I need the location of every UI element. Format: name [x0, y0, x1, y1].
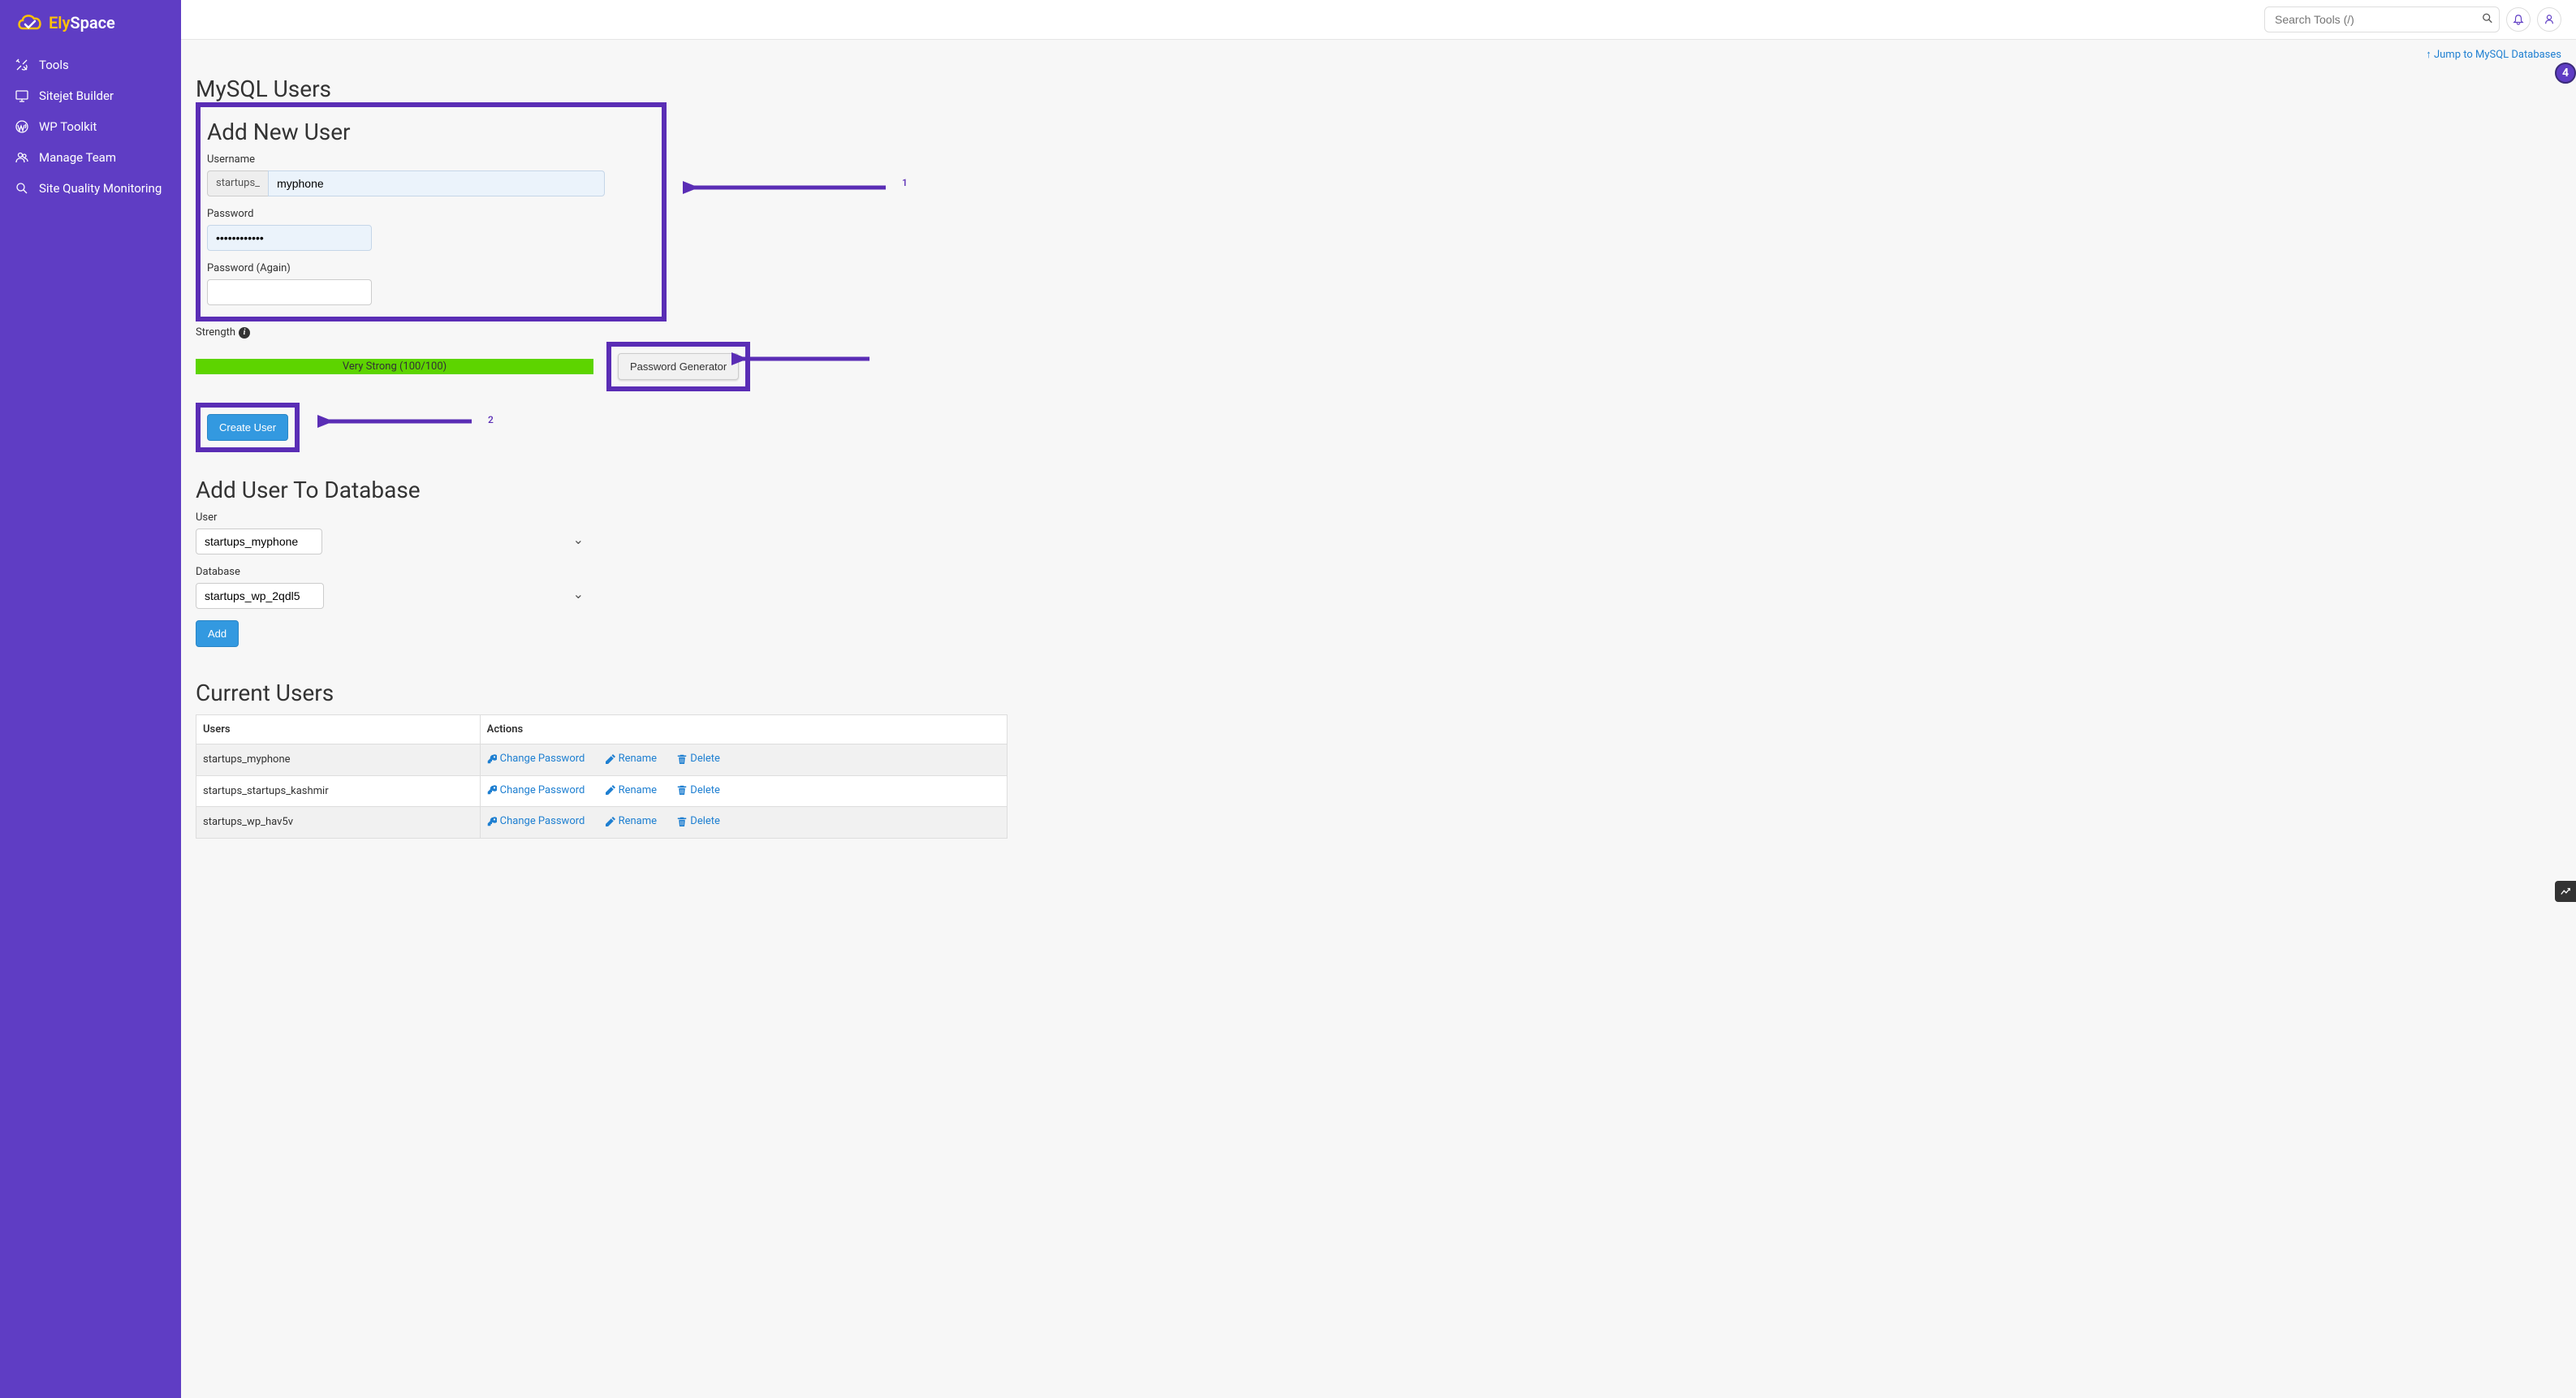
database-select[interactable]: startups_wp_2qdl5 — [196, 583, 324, 609]
actions-cell: Change Password Rename Delete — [480, 744, 1007, 776]
rename-link[interactable]: Rename — [606, 815, 657, 827]
step-badge: 4 — [2555, 63, 2576, 84]
nav-label: WP Toolkit — [39, 119, 97, 134]
col-users: Users — [196, 715, 481, 744]
nav-label: Manage Team — [39, 150, 116, 165]
cloud-logo-icon — [16, 12, 44, 33]
jump-to-databases-link[interactable]: ↑ Jump to MySQL Databases — [2426, 49, 2561, 61]
annotation-arrow-2 — [317, 411, 480, 432]
jump-link-row: ↑ Jump to MySQL Databases — [196, 40, 2561, 61]
password-strength-bar: Very Strong (100/100) — [196, 359, 593, 374]
username-input[interactable] — [268, 170, 605, 196]
rename-link[interactable]: Rename — [606, 753, 657, 765]
table-row: startups_wp_hav5v Change Password Rename… — [196, 807, 1008, 839]
add-user-to-db-heading: Add User To Database — [196, 477, 2561, 503]
nav-tools[interactable]: Tools — [0, 50, 181, 80]
annotation-label-2: 2 — [488, 414, 494, 425]
current-users-table: Users Actions startups_myphone Change Pa… — [196, 714, 1008, 839]
nav-label: Site Quality Monitoring — [39, 181, 162, 196]
user-account-button[interactable] — [2537, 7, 2561, 32]
brand-logo[interactable]: ElySpace — [0, 12, 181, 50]
nav-manageteam[interactable]: Manage Team — [0, 142, 181, 173]
password-input[interactable] — [207, 225, 372, 251]
change-password-link[interactable]: Change Password — [487, 753, 585, 765]
nav-sitejet[interactable]: Sitejet Builder — [0, 80, 181, 111]
user-select[interactable]: startups_myphone — [196, 529, 322, 554]
search-icon[interactable] — [2482, 13, 2493, 27]
annotation-arrow-1 — [683, 175, 894, 200]
wrench-screwdriver-icon — [15, 58, 29, 72]
magnifier-icon — [15, 181, 29, 196]
col-actions: Actions — [480, 715, 1007, 744]
password-generator-button[interactable]: Password Generator — [618, 353, 739, 380]
user-name-cell: startups_wp_hav5v — [196, 807, 481, 839]
chart-icon — [2560, 886, 2571, 897]
topbar — [181, 0, 2576, 40]
sidebar: ElySpace Tools Sitejet Builder WP Toolki… — [0, 0, 181, 1398]
actions-cell: Change Password Rename Delete — [480, 807, 1007, 839]
nav-wptoolkit[interactable]: WP Toolkit — [0, 111, 181, 142]
bell-icon — [2513, 14, 2524, 25]
table-row: startups_myphone Change Password Rename … — [196, 744, 1008, 776]
password-again-input[interactable] — [207, 279, 372, 305]
add-user-to-db-button[interactable]: Add — [196, 620, 239, 647]
user-name-cell: startups_myphone — [196, 744, 481, 776]
annotation-arrow-pwdgen — [731, 348, 878, 369]
annotation-label-1: 1 — [902, 177, 908, 188]
strength-label: Strength i — [196, 326, 2561, 339]
password-generator-highlight: Password Generator — [606, 342, 750, 391]
content: ↑ Jump to MySQL Databases 4 MySQL Users … — [181, 40, 2576, 871]
page-title: MySQL Users — [196, 76, 2561, 102]
delete-link[interactable]: Delete — [677, 784, 720, 796]
rename-link[interactable]: Rename — [606, 784, 657, 796]
table-row: startups_startups_kashmir Change Passwor… — [196, 775, 1008, 807]
notifications-button[interactable] — [2506, 7, 2531, 32]
user-icon — [2544, 14, 2555, 25]
nav-sitequality[interactable]: Site Quality Monitoring — [0, 173, 181, 204]
username-label: Username — [207, 153, 655, 166]
user-select-label: User — [196, 511, 2561, 524]
nav-label: Sitejet Builder — [39, 88, 114, 103]
actions-cell: Change Password Rename Delete — [480, 775, 1007, 807]
nav-label: Tools — [39, 58, 69, 72]
delete-link[interactable]: Delete — [677, 753, 720, 765]
password-again-label: Password (Again) — [207, 262, 655, 274]
main: ↑ Jump to MySQL Databases 4 MySQL Users … — [181, 0, 2576, 1398]
floating-stats-button[interactable] — [2555, 881, 2576, 902]
password-label: Password — [207, 208, 655, 220]
add-new-user-highlight: Add New User Username startups_ Password — [196, 102, 667, 321]
search-box — [2264, 6, 2500, 32]
username-prefix: startups_ — [207, 170, 268, 196]
users-icon — [15, 150, 29, 165]
user-name-cell: startups_startups_kashmir — [196, 775, 481, 807]
wordpress-icon — [15, 119, 29, 134]
add-new-user-heading: Add New User — [207, 119, 655, 145]
monitor-icon — [15, 88, 29, 103]
current-users-heading: Current Users — [196, 680, 2561, 706]
info-icon[interactable]: i — [239, 327, 250, 339]
change-password-link[interactable]: Change Password — [487, 815, 585, 827]
create-user-button[interactable]: Create User — [207, 414, 288, 441]
database-select-label: Database — [196, 566, 2561, 578]
change-password-link[interactable]: Change Password — [487, 784, 585, 796]
search-input[interactable] — [2264, 6, 2500, 32]
create-user-highlight: Create User — [196, 403, 300, 452]
delete-link[interactable]: Delete — [677, 815, 720, 827]
